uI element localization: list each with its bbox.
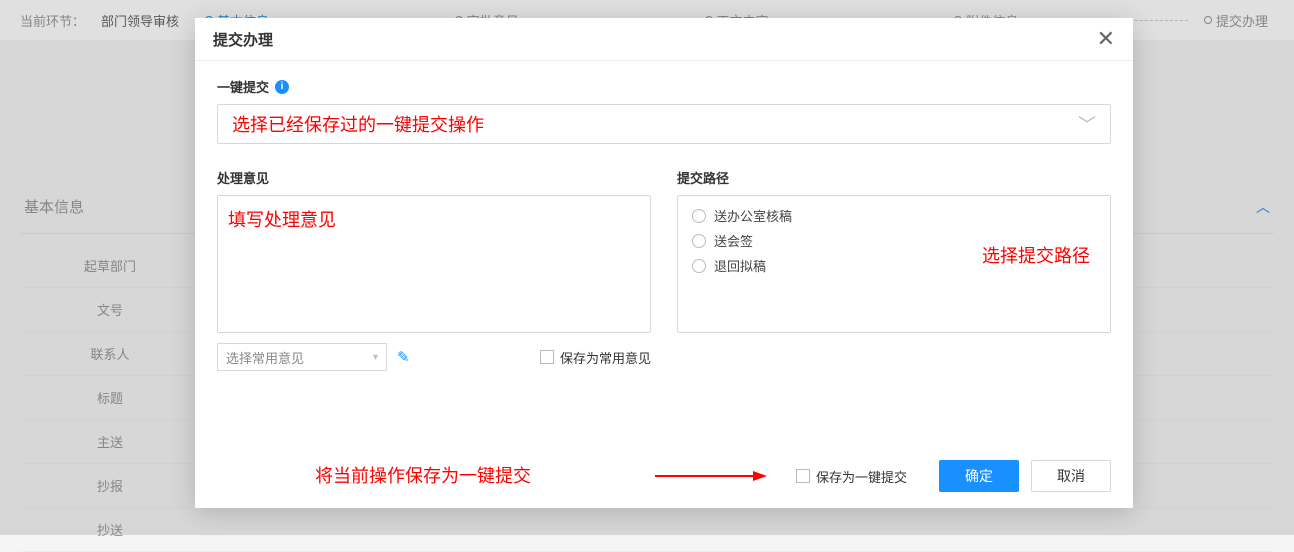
route-box: 送办公室核稿 送会签 退回拟稿 选择提交路径 bbox=[677, 195, 1111, 333]
chevron-down-icon: ▾ bbox=[373, 352, 378, 363]
modal-title: 提交办理 bbox=[213, 29, 273, 50]
opinion-label: 处理意见 bbox=[217, 168, 651, 187]
route-option-label: 送会签 bbox=[714, 231, 753, 250]
common-opinion-select-text: 选择常用意见 bbox=[226, 348, 304, 367]
save-one-click-label: 保存为一键提交 bbox=[816, 467, 907, 486]
route-option[interactable]: 送办公室核稿 bbox=[692, 206, 1096, 225]
opinion-textarea[interactable]: 填写处理意见 bbox=[217, 195, 651, 333]
modal-header: 提交办理 ✕ bbox=[195, 18, 1133, 61]
one-click-label: 一键提交 i bbox=[217, 77, 1111, 96]
common-opinion-select[interactable]: 选择常用意见 ▾ bbox=[217, 343, 387, 371]
one-click-placeholder: 选择已经保存过的一键提交操作 bbox=[232, 111, 484, 137]
save-common-label: 保存为常用意见 bbox=[560, 348, 651, 367]
one-click-label-text: 一键提交 bbox=[217, 77, 269, 96]
route-option[interactable]: 送会签 bbox=[692, 231, 1096, 250]
route-option-label: 退回拟稿 bbox=[714, 256, 766, 275]
route-option-label: 送办公室核稿 bbox=[714, 206, 792, 225]
opinion-placeholder: 填写处理意见 bbox=[228, 210, 336, 230]
radio-icon bbox=[692, 259, 706, 273]
save-one-click-checkbox[interactable] bbox=[796, 469, 810, 483]
one-click-select[interactable]: 选择已经保存过的一键提交操作 ﹀ bbox=[217, 104, 1111, 144]
edit-icon[interactable]: ✎ bbox=[397, 348, 410, 366]
chevron-down-icon: ﹀ bbox=[1078, 111, 1096, 137]
cancel-button-label: 取消 bbox=[1057, 466, 1085, 486]
submit-dialog: 提交办理 ✕ 一键提交 i 选择已经保存过的一键提交操作 ﹀ 处理意见 填写处理… bbox=[195, 18, 1133, 508]
save-common-checkbox[interactable] bbox=[540, 350, 554, 364]
route-label: 提交路径 bbox=[677, 168, 1111, 187]
confirm-button-label: 确定 bbox=[965, 466, 993, 486]
radio-icon bbox=[692, 209, 706, 223]
info-icon[interactable]: i bbox=[275, 80, 289, 94]
cancel-button[interactable]: 取消 bbox=[1031, 460, 1111, 492]
confirm-button[interactable]: 确定 bbox=[939, 460, 1019, 492]
radio-icon bbox=[692, 234, 706, 248]
close-icon[interactable]: ✕ bbox=[1097, 28, 1115, 50]
route-option[interactable]: 退回拟稿 bbox=[692, 256, 1096, 275]
